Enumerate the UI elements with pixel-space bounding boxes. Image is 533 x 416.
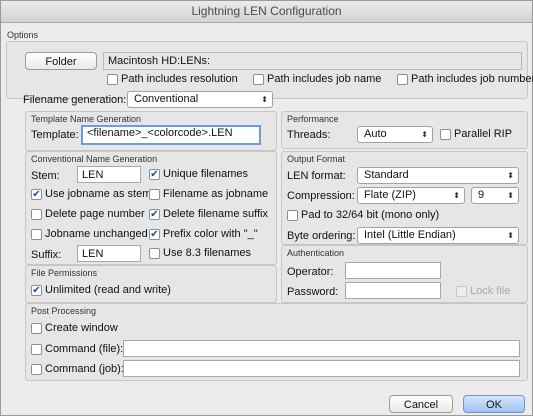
- stem-input[interactable]: LEN: [77, 166, 141, 183]
- jobname-unchanged-label: Jobname unchanged: [45, 228, 148, 240]
- authentication-group-title: Authentication: [287, 248, 345, 258]
- use-83-filenames-checkbox[interactable]: [149, 248, 160, 259]
- command-file-label: Command (file):: [45, 343, 124, 355]
- len-format-label: LEN format:: [287, 170, 346, 182]
- byte-ordering-value: Intel (Little Endian): [364, 229, 456, 241]
- options-section-label: Options: [7, 30, 39, 40]
- post-processing-group-title: Post Processing: [31, 306, 97, 316]
- create-window-label: Create window: [45, 322, 118, 334]
- permissions-group-title: File Permissions: [31, 268, 98, 278]
- chevron-updown-icon: ⬍: [421, 130, 428, 139]
- threads-select[interactable]: Auto ⬍: [357, 126, 433, 143]
- delete-page-number-checkbox[interactable]: [31, 209, 42, 220]
- path-includes-resolution-checkbox[interactable]: [107, 74, 118, 85]
- operator-input[interactable]: [345, 262, 441, 279]
- len-format-value: Standard: [364, 169, 409, 181]
- compression-select[interactable]: Flate (ZIP) ⬍: [357, 187, 465, 204]
- path-includes-resolution-label: Path includes resolution: [121, 73, 238, 85]
- suffix-label: Suffix:: [31, 249, 62, 261]
- delete-filename-suffix-label: Delete filename suffix: [163, 208, 268, 220]
- pad-32-64-checkbox[interactable]: [287, 210, 298, 221]
- chevron-updown-icon: ⬍: [453, 191, 460, 200]
- parallel-rip-label: Parallel RIP: [454, 128, 513, 140]
- checkmark-icon: ✔: [150, 169, 159, 180]
- template-input[interactable]: <filename>_<colorcode>.LEN: [81, 125, 261, 145]
- cancel-button[interactable]: Cancel: [389, 395, 453, 413]
- window-title: Lightning LEN Configuration: [1, 1, 532, 23]
- folder-path-field: Macintosh HD:LENs:: [103, 52, 522, 70]
- filename-generation-value: Conventional: [134, 93, 199, 105]
- stem-label: Stem:: [31, 170, 60, 182]
- compression-level-select[interactable]: 9 ⬍: [471, 187, 519, 204]
- command-job-label: Command (job):: [45, 363, 124, 375]
- pad-32-64-label: Pad to 32/64 bit (mono only): [301, 209, 440, 221]
- path-includes-job-name-label: Path includes job name: [267, 73, 382, 85]
- path-includes-job-name-checkbox[interactable]: [253, 74, 264, 85]
- command-file-input[interactable]: [123, 340, 520, 357]
- chevron-updown-icon: ⬍: [261, 95, 268, 104]
- use-jobname-as-stem-label: Use jobname as stem: [45, 188, 152, 200]
- command-job-input[interactable]: [123, 360, 520, 377]
- unlimited-permissions-checkbox[interactable]: ✔: [31, 285, 42, 296]
- use-83-filenames-label: Use 8.3 filenames: [163, 247, 252, 259]
- folder-button[interactable]: Folder: [25, 52, 97, 70]
- template-group-title: Template Name Generation: [31, 114, 142, 124]
- checkmark-icon: ✔: [150, 229, 159, 240]
- lock-file-label: Lock file: [470, 285, 511, 297]
- password-input[interactable]: [345, 282, 441, 299]
- filename-generation-label: Filename generation:: [23, 94, 127, 106]
- command-file-checkbox[interactable]: [31, 344, 42, 355]
- template-label: Template:: [31, 129, 79, 141]
- checkmark-icon: ✔: [32, 189, 41, 200]
- path-includes-job-number-checkbox[interactable]: [397, 74, 408, 85]
- chevron-updown-icon: ⬍: [507, 231, 514, 240]
- checkmark-icon: ✔: [32, 285, 41, 296]
- prefix-color-label: Prefix color with "_": [163, 228, 258, 240]
- operator-label: Operator:: [287, 266, 334, 278]
- command-job-checkbox[interactable]: [31, 364, 42, 375]
- lock-file-checkbox[interactable]: [456, 286, 467, 297]
- path-includes-job-number-label: Path includes job number: [411, 73, 533, 85]
- ok-button[interactable]: OK: [463, 395, 525, 413]
- compression-value: Flate (ZIP): [364, 189, 416, 201]
- suffix-input[interactable]: LEN: [77, 245, 141, 262]
- threads-value: Auto: [364, 128, 387, 140]
- output-format-group-title: Output Format: [287, 154, 346, 164]
- use-jobname-as-stem-checkbox[interactable]: ✔: [31, 189, 42, 200]
- chevron-updown-icon: ⬍: [507, 191, 514, 200]
- byte-ordering-label: Byte ordering:: [287, 230, 356, 242]
- byte-ordering-select[interactable]: Intel (Little Endian) ⬍: [357, 227, 519, 244]
- filename-as-jobname-label: Filename as jobname: [163, 188, 269, 200]
- jobname-unchanged-checkbox[interactable]: [31, 229, 42, 240]
- filename-as-jobname-checkbox[interactable]: [149, 189, 160, 200]
- create-window-checkbox[interactable]: [31, 323, 42, 334]
- prefix-color-checkbox[interactable]: ✔: [149, 229, 160, 240]
- threads-label: Threads:: [287, 129, 331, 141]
- checkmark-icon: ✔: [150, 209, 159, 220]
- compression-label: Compression:: [287, 190, 355, 202]
- chevron-updown-icon: ⬍: [507, 171, 514, 180]
- unlimited-permissions-label: Unlimited (read and write): [45, 284, 171, 296]
- compression-level-value: 9: [478, 189, 485, 201]
- parallel-rip-checkbox[interactable]: [440, 129, 451, 140]
- delete-filename-suffix-checkbox[interactable]: ✔: [149, 209, 160, 220]
- unique-filenames-checkbox[interactable]: ✔: [149, 169, 160, 180]
- conventional-group-title: Conventional Name Generation: [31, 154, 158, 164]
- password-label: Password:: [287, 286, 339, 298]
- performance-group-title: Performance: [287, 114, 339, 124]
- delete-page-number-label: Delete page number: [45, 208, 145, 220]
- filename-generation-select[interactable]: Conventional ⬍: [127, 91, 273, 108]
- len-format-select[interactable]: Standard ⬍: [357, 167, 519, 184]
- unique-filenames-label: Unique filenames: [163, 168, 248, 180]
- configuration-window: Lightning LEN Configuration Options Fold…: [0, 0, 533, 416]
